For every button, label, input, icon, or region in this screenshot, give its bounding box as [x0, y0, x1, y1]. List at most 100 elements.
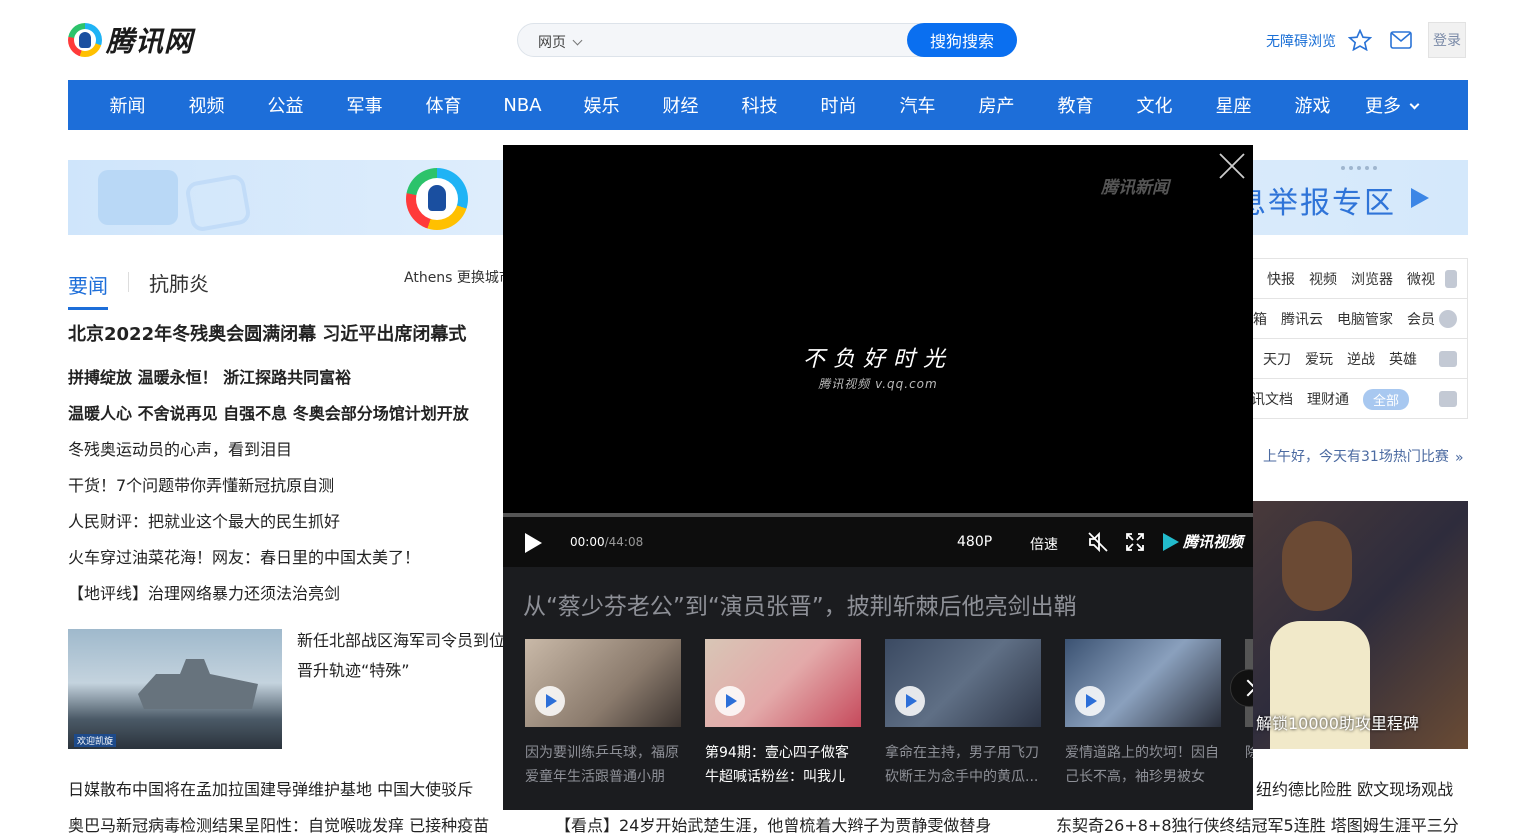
search-button[interactable]: 搜狗搜索	[907, 23, 1017, 57]
banner-text: 息举报专区	[1236, 186, 1396, 221]
nav-item-sports[interactable]: 体育	[404, 92, 483, 118]
video-card-title[interactable]: 因为要训练乒乓球，福原爱童年生活跟普通小朋友...	[525, 741, 683, 789]
speed-button[interactable]: 倍速	[1030, 534, 1058, 554]
play-icon[interactable]	[535, 686, 565, 716]
news-item[interactable]: 冬残奥运动员的心声，看到泪目	[68, 436, 292, 460]
news-item[interactable]: 人民财评：把就业这个最大的民生抓好	[68, 508, 340, 532]
news-thumbnail[interactable]: 欢迎凯旋	[68, 629, 282, 749]
nav-item-fashion[interactable]: 时尚	[799, 92, 878, 118]
service-link[interactable]: 微视	[1407, 269, 1435, 289]
star-icon[interactable]	[1348, 29, 1372, 51]
tab-covid[interactable]: 抗肺炎	[149, 268, 209, 297]
video-card-title[interactable]: 爱情道路上的坎坷！因自己长不高，袖珍男被女友...	[1065, 741, 1223, 789]
video-card[interactable]: 爱情道路上的坎坷！因自己长不高，袖珍男被女友...	[1065, 639, 1223, 789]
service-link[interactable]: 天刀	[1263, 349, 1291, 369]
video-card[interactable]: 拿命在主持，男子用飞刀砍断王为念手中的黄瓜...	[885, 639, 1043, 789]
nav-item-games[interactable]: 游戏	[1273, 92, 1352, 118]
service-row: 天刀 爱玩 逆战 英雄	[1245, 339, 1467, 379]
heart-icon	[184, 173, 252, 233]
service-link[interactable]: 会员	[1407, 309, 1435, 329]
gamepad-icon[interactable]	[1439, 350, 1457, 367]
accessibility-link[interactable]: 无障碍浏览	[1266, 31, 1336, 51]
search-scope-select[interactable]: 网页	[538, 32, 583, 52]
news-item[interactable]: 温暖人心 不舍说再见 自强不息 冬奥会部分场馆计划开放	[68, 400, 469, 424]
news-item[interactable]: 纽约德比险胜 欧文现场观战	[1256, 776, 1453, 800]
service-link[interactable]: 快报	[1267, 269, 1295, 289]
fullscreen-icon[interactable]	[1125, 532, 1145, 552]
video-thumbnail[interactable]	[705, 639, 861, 727]
tencent-logo[interactable]: 腾讯网	[68, 22, 193, 58]
video-card-title[interactable]: 拿命在主持，男子用飞刀砍断王为念手中的黄瓜...	[885, 741, 1043, 789]
video-thumbnail[interactable]	[525, 639, 681, 727]
service-link[interactable]: 英雄	[1389, 349, 1417, 369]
service-link[interactable]: 腾讯云	[1281, 309, 1323, 329]
video-card[interactable]: 因为要训练乒乓球，福原爱童年生活跟普通小朋友...	[525, 639, 683, 789]
nav-item-culture[interactable]: 文化	[1115, 92, 1194, 118]
nav-item-more[interactable]: 更多	[1352, 92, 1431, 118]
nav-item-auto[interactable]: 汽车	[878, 92, 957, 118]
banner-pager[interactable]	[1341, 166, 1377, 170]
video-card-title[interactable]: 除夕晚会	[1245, 741, 1253, 789]
phone-icon[interactable]	[1445, 269, 1457, 288]
play-icon[interactable]	[895, 686, 925, 716]
news-item[interactable]: 火车穿过油菜花海！网友：春日里的中国太美了！	[68, 544, 420, 568]
next-arrow-icon[interactable]	[1230, 669, 1253, 707]
video-screen[interactable]: 腾讯新闻 不负好时光 腾讯视频 v.qq.com	[503, 145, 1253, 513]
news-item[interactable]: 【地评线】治理网络暴力还须法治亮剑	[68, 580, 340, 604]
service-link[interactable]: 视频	[1309, 269, 1337, 289]
news-item[interactable]: 日媒散布中国将在孟加拉国建导弹维护基地 中国大使驳斥	[68, 776, 473, 800]
nav-item-charity[interactable]: 公益	[246, 92, 325, 118]
news-item[interactable]: 【看点】24岁开始武楚生涯，他曾梳着大辫子为贾静雯做替身	[555, 812, 991, 836]
video-card[interactable]: 第94期：壹心四子做客 牛超喊话粉丝：叫我儿子...	[705, 639, 863, 789]
service-link[interactable]: 逆战	[1347, 349, 1375, 369]
nav-item-education[interactable]: 教育	[1036, 92, 1115, 118]
city-switcher[interactable]: Athens 更换城市	[404, 267, 513, 287]
service-link[interactable]: 浏览器	[1351, 269, 1393, 289]
mail-icon[interactable]	[1389, 29, 1413, 51]
video-card[interactable]: 除夕晚会	[1245, 639, 1253, 789]
thumbnail-caption-link[interactable]: 新任北部战区海军司令员到位 晋升轨迹“特殊”	[297, 626, 507, 686]
nav-item-entertainment[interactable]: 娱乐	[562, 92, 641, 118]
nav-item-astrology[interactable]: 星座	[1194, 92, 1273, 118]
nav-item-news[interactable]: 新闻	[88, 92, 167, 118]
nav-item-nba[interactable]: NBA	[483, 95, 562, 116]
main-nav: 新闻 视频 公益 军事 体育 NBA 娱乐 财经 科技 时尚 汽车 房产 教育 …	[68, 80, 1468, 130]
service-link[interactable]: 电脑管家	[1337, 309, 1393, 329]
vip-icon[interactable]	[1439, 309, 1457, 328]
nav-item-finance[interactable]: 财经	[641, 92, 720, 118]
nav-item-tech[interactable]: 科技	[720, 92, 799, 118]
news-item[interactable]: 东契奇26+8+8独行侠终结冠军5连胜 塔图姆生涯平三分	[1056, 812, 1459, 836]
service-link[interactable]: 爱玩	[1305, 349, 1333, 369]
nav-item-military[interactable]: 军事	[325, 92, 404, 118]
sports-greeting[interactable]: 上午好，今天有31场热门比赛	[1263, 446, 1449, 466]
thumbnail-label: 欢迎凯旋	[74, 734, 117, 747]
nav-item-house[interactable]: 房产	[957, 92, 1036, 118]
play-icon[interactable]	[1075, 686, 1105, 716]
all-services-button[interactable]: 全部	[1363, 388, 1410, 410]
tab-top-news[interactable]: 要闻	[68, 270, 108, 310]
quality-button[interactable]: 480P	[957, 534, 992, 550]
headline-link[interactable]: 北京2022年冬残奥会圆满闭幕 习近平出席闭幕式	[68, 320, 466, 346]
login-button[interactable]: 登录	[1428, 22, 1466, 58]
news-item[interactable]: 拼搏绽放 温暖永恒！ 浙江探路共同富裕	[68, 364, 351, 388]
sports-caption[interactable]: 解锁10000助攻里程碑	[1256, 710, 1419, 734]
news-item[interactable]: 奥巴马新冠病毒检测结果呈阳性：自觉喉咙发痒 已接种疫苗	[68, 812, 489, 836]
mute-icon[interactable]	[1087, 531, 1109, 553]
video-title: 从“蔡少芬老公”到“演员张晋”，披荆斩棘后他亮剑出鞘	[523, 594, 1077, 620]
player-image	[1282, 521, 1352, 611]
service-link[interactable]: 讯文档	[1251, 389, 1293, 409]
news-item[interactable]: 干货！7个问题带你弄懂新冠抗原自测	[68, 472, 334, 496]
cup-icon[interactable]	[1439, 391, 1457, 407]
double-chevron-icon[interactable]: »	[1455, 450, 1464, 466]
video-thumbnail[interactable]	[1065, 639, 1221, 727]
search-box[interactable]: 网页 搜狗搜索	[517, 23, 1017, 57]
service-link[interactable]: 理财通	[1307, 389, 1349, 409]
play-icon[interactable]	[525, 533, 542, 553]
play-icon[interactable]	[715, 686, 745, 716]
warship-image	[138, 659, 258, 709]
close-icon[interactable]	[1217, 151, 1247, 181]
tencent-video-logo[interactable]: 腾讯视频	[1163, 531, 1243, 552]
nav-item-video[interactable]: 视频	[167, 92, 246, 118]
video-thumbnail[interactable]	[885, 639, 1041, 727]
video-card-title[interactable]: 第94期：壹心四子做客 牛超喊话粉丝：叫我儿子...	[705, 741, 863, 789]
